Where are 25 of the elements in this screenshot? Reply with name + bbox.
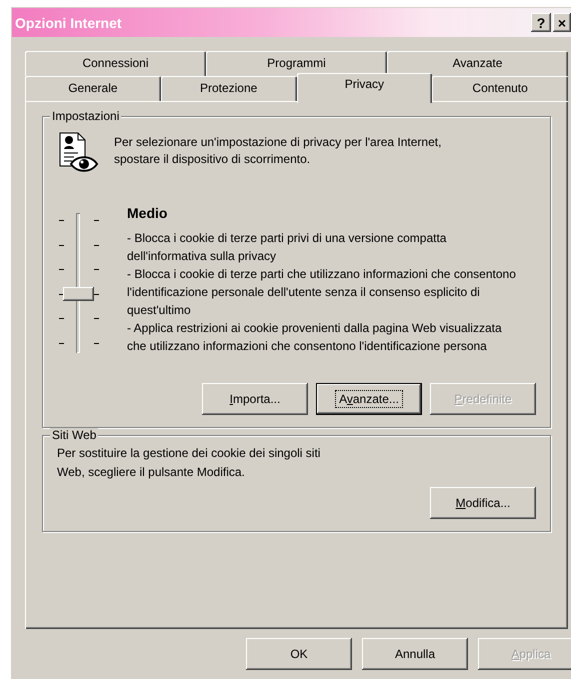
edit-button[interactable]: Modifica...: [430, 487, 536, 519]
instruction-text: Per selezionare un'impostazione di privacy per l'area Internet, spostare il dispositivo di scorrimento.: [114, 134, 442, 168]
tab[interactable]: Protezione: [160, 76, 296, 101]
websites-text: Per sostituire la gestione dei cookie dei singoli siti Web, scegliere il pulsante Modifica.: [57, 445, 322, 480]
privacy-level-slider[interactable]: [57, 213, 101, 353]
advanced-button[interactable]: Avanzate...: [316, 383, 422, 415]
description-text: - Applica restrizioni ai cookie provenienti dalla pagina Web visualizzata che utilizzano informazioni che consentono l'identificazione persona: [127, 320, 503, 355]
cancel-button[interactable]: Annulla: [362, 638, 468, 670]
close-button[interactable]: ×: [553, 13, 571, 32]
description-text: - Blocca i cookie di terze parti privi di una versione compatta dell'informativa sulla privacy: [127, 230, 448, 265]
tab[interactable]: Programmi: [206, 51, 387, 76]
help-button[interactable]: ?: [531, 13, 551, 32]
level-name: Medio: [127, 205, 168, 221]
tab[interactable]: Contenuto: [432, 76, 568, 101]
group-title: Impostazioni: [50, 109, 122, 124]
tab[interactable]: Avanzate: [387, 51, 568, 76]
import-button[interactable]: Importa...: [202, 383, 308, 415]
ok-button[interactable]: OK: [246, 638, 352, 670]
slider-thumb[interactable]: [63, 286, 94, 300]
privacy-document-eye-icon: [57, 131, 99, 173]
window-title: Opzioni Internet: [14, 14, 123, 30]
description-text: - Blocca i cookie di terze parti che utilizzano informazioni che consentono l'identificazione personale dell'utente senza il consenso esplicito di quest'ultimo: [127, 266, 517, 319]
tab[interactable]: Connessioni: [25, 51, 206, 76]
tab[interactable]: Generale: [25, 76, 161, 101]
tab[interactable]: Privacy: [296, 73, 432, 103]
